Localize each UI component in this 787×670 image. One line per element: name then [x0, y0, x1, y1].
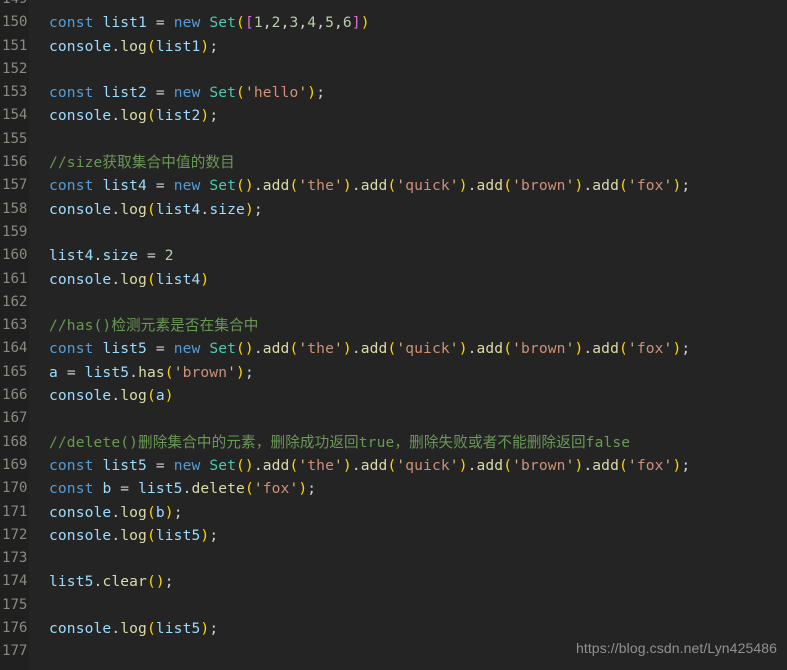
line-number: 154 — [2, 107, 28, 124]
code-line[interactable]: 158 console.log(list4.size); — [0, 198, 787, 221]
line-number: 173 — [2, 550, 28, 567]
line-number: 169 — [2, 456, 28, 473]
line-number: 176 — [2, 620, 28, 637]
line-number: 160 — [2, 247, 28, 264]
line-number: 174 — [2, 573, 28, 590]
line-code: list5.clear(); — [49, 573, 174, 591]
code-line[interactable]: 174 list5.clear(); — [0, 570, 787, 593]
line-number: 168 — [2, 433, 28, 450]
line-code: const list4 = new Set().add('the').add('… — [49, 177, 691, 195]
line-code: console.log(list4) — [49, 270, 210, 288]
code-line[interactable]: 164 const list5 = new Set().add('the').a… — [0, 337, 787, 360]
line-number: 175 — [2, 596, 28, 613]
code-line[interactable]: 168 //delete()删除集合中的元素，删除成功返回true，删除失败或者… — [0, 431, 787, 454]
line-number: 158 — [2, 200, 28, 217]
code-editor[interactable]: 149 150 const list1 = new Set([1,2,3,4,5… — [0, 0, 787, 670]
code-line[interactable]: 167 — [0, 407, 787, 430]
line-number: 166 — [2, 387, 28, 404]
line-code: list4.size = 2 — [49, 247, 174, 265]
line-number: 161 — [2, 270, 28, 287]
code-line[interactable]: 176 console.log(list5); — [0, 617, 787, 640]
line-code: const list1 = new Set([1,2,3,4,5,6]) — [49, 14, 370, 32]
line-number: 162 — [2, 293, 28, 310]
line-number: 167 — [2, 410, 28, 427]
code-line[interactable]: 159 — [0, 221, 787, 244]
line-comment: //has()检测元素是否在集合中 — [49, 317, 259, 335]
line-comment: //size获取集合中值的数目 — [49, 154, 235, 172]
code-line[interactable]: 169 const list5 = new Set().add('the').a… — [0, 454, 787, 477]
code-line[interactable]: 154 console.log(list2); — [0, 104, 787, 127]
line-code: const list5 = new Set().add('the').add('… — [49, 340, 691, 358]
line-number: 171 — [2, 503, 28, 520]
code-line[interactable]: 173 — [0, 547, 787, 570]
line-number: 152 — [2, 60, 28, 77]
code-line[interactable]: 175 — [0, 594, 787, 617]
code-line[interactable]: 162 — [0, 291, 787, 314]
code-line[interactable]: 165 a = list5.has('brown'); — [0, 361, 787, 384]
line-number: 164 — [2, 340, 28, 357]
code-line[interactable]: 171 console.log(b); — [0, 501, 787, 524]
line-code: console.log(a) — [49, 387, 174, 405]
line-number: 157 — [2, 177, 28, 194]
line-number: 177 — [2, 643, 28, 660]
line-number: 151 — [2, 37, 28, 54]
code-line[interactable]: 172 console.log(list5); — [0, 524, 787, 547]
line-number: 170 — [2, 480, 28, 497]
line-number: 159 — [2, 223, 28, 240]
line-number: 172 — [2, 526, 28, 543]
line-code: console.log(list5); — [49, 526, 219, 544]
line-number: 149 — [0, 0, 29, 11]
line-number: 163 — [2, 317, 28, 334]
line-number: 153 — [2, 84, 28, 101]
code-line[interactable]: 151 console.log(list1); — [0, 35, 787, 58]
line-code: console.log(list4.size); — [49, 200, 263, 218]
code-line[interactable]: 150 const list1 = new Set([1,2,3,4,5,6]) — [0, 11, 787, 34]
line-code: const b = list5.delete('fox'); — [49, 480, 317, 498]
code-line[interactable]: 161 console.log(list4) — [0, 268, 787, 291]
line-code: const list5 = new Set().add('the').add('… — [49, 456, 691, 474]
line-code: console.log(list5); — [49, 620, 219, 638]
line-number: 156 — [2, 154, 28, 171]
line-code: console.log(b); — [49, 503, 183, 521]
code-line[interactable]: 155 — [0, 128, 787, 151]
line-comment: //delete()删除集合中的元素，删除成功返回true，删除失败或者不能删除… — [49, 433, 631, 451]
code-line[interactable]: 160 list4.size = 2 — [0, 244, 787, 267]
code-line[interactable]: 166 console.log(a) — [0, 384, 787, 407]
line-number: 150 — [2, 14, 28, 31]
code-line[interactable]: 163 //has()检测元素是否在集合中 — [0, 314, 787, 337]
line-code: a = list5.has('brown'); — [49, 363, 254, 381]
code-line[interactable]: 152 — [0, 58, 787, 81]
line-code: console.log(list2); — [49, 107, 219, 125]
code-content[interactable]: 149 150 const list1 = new Set([1,2,3,4,5… — [0, 0, 787, 664]
code-line[interactable]: 156 //size获取集合中值的数目 — [0, 151, 787, 174]
code-line[interactable]: 149 — [0, 0, 787, 11]
line-code: console.log(list1); — [49, 37, 219, 55]
line-number: 155 — [2, 130, 28, 147]
code-line[interactable]: 170 const b = list5.delete('fox'); — [0, 477, 787, 500]
line-number: 165 — [2, 363, 28, 380]
code-line[interactable]: 153 const list2 = new Set('hello'); — [0, 81, 787, 104]
watermark-url: https://blog.csdn.net/Lyn425486 — [575, 640, 777, 656]
code-line[interactable]: 157 const list4 = new Set().add('the').a… — [0, 174, 787, 197]
line-code: const list2 = new Set('hello'); — [49, 84, 326, 102]
